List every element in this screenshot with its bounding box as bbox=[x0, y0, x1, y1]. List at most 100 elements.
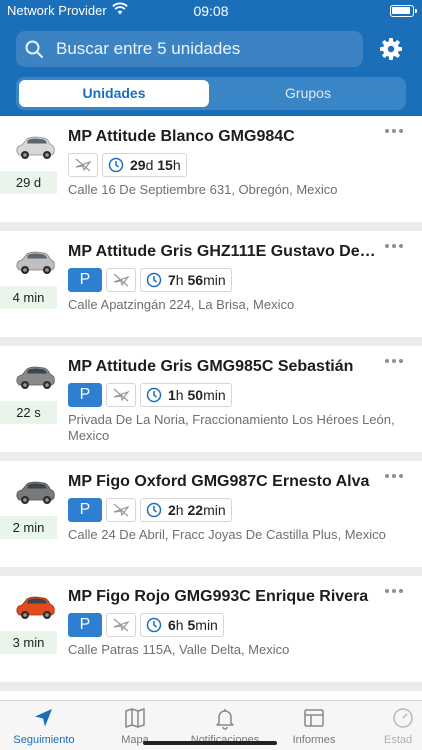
unit-card[interactable]: 22 s MP Attitude Gris GMG985C Sebastián … bbox=[0, 346, 422, 452]
more-options-icon[interactable] bbox=[384, 586, 404, 596]
last-seen-badge: 22 s bbox=[0, 401, 57, 424]
unit-thumbnail: 2 min bbox=[0, 461, 57, 567]
segmented-control: Unidades Grupos bbox=[16, 77, 406, 110]
clock-icon bbox=[146, 617, 162, 633]
tab-estadisticas[interactable]: Estad bbox=[374, 706, 422, 748]
units-list: 29 d MP Attitude Blanco GMG984C 29 d 15 h … bbox=[0, 116, 422, 700]
duration-b: 15 bbox=[157, 157, 173, 173]
tab-grupos[interactable]: Grupos bbox=[213, 80, 403, 107]
duration-a-unit: h bbox=[175, 272, 184, 288]
parking-badge: P bbox=[68, 268, 102, 292]
settings-gear-icon[interactable] bbox=[379, 37, 403, 61]
unit-name: MP Attitude Blanco GMG984C bbox=[68, 128, 295, 145]
gps-off-icon bbox=[106, 613, 136, 637]
tab-label: Informes bbox=[292, 734, 336, 746]
clock-icon bbox=[146, 387, 162, 403]
unit-thumbnail: 3 min bbox=[0, 576, 57, 682]
last-seen-badge: 3 min bbox=[0, 631, 57, 654]
parking-badge: P bbox=[68, 613, 102, 637]
more-options-icon[interactable] bbox=[384, 356, 404, 366]
duration-b-unit: min bbox=[203, 272, 226, 288]
unit-name: MP Figo Rojo GMG993C Enrique Rivera bbox=[68, 588, 369, 605]
duration-chip: 7h 56 min bbox=[140, 268, 232, 292]
unit-name: MP Attitude Gris GMG985C Sebastián bbox=[68, 358, 354, 375]
duration-a-unit: d bbox=[145, 157, 154, 173]
duration-b-unit: min bbox=[203, 387, 226, 403]
navigation-arrow-icon bbox=[35, 709, 52, 727]
car-icon bbox=[16, 251, 55, 274]
duration-a-unit: h bbox=[175, 502, 184, 518]
clock-icon bbox=[146, 502, 162, 518]
clock-icon bbox=[146, 272, 162, 288]
gps-off-icon bbox=[106, 498, 136, 522]
gps-off-icon bbox=[106, 268, 136, 292]
duration-b: 56 bbox=[187, 272, 204, 288]
duration-chip: 29 d 15 h bbox=[102, 153, 187, 177]
unit-address: Calle 24 De Abril, Fracc Joyas De Castil… bbox=[68, 527, 386, 542]
unit-thumbnail: 29 d bbox=[0, 116, 57, 222]
duration-a: 2 bbox=[168, 502, 176, 518]
unit-address: Calle 16 De Septiembre 631, Obregón, Mex… bbox=[68, 182, 338, 197]
clock-time: 09:08 bbox=[193, 3, 229, 19]
unit-address: Privada De La Noria, Fraccionamiento Los… bbox=[68, 412, 395, 443]
tab-label: Estad bbox=[384, 734, 413, 746]
last-seen-badge: 2 min bbox=[0, 516, 57, 539]
duration-a-unit: h bbox=[175, 617, 184, 633]
unit-card[interactable]: 2 min MP Figo Oxford GMG987C Ernesto Alv… bbox=[0, 461, 422, 567]
last-seen-badge: 29 d bbox=[0, 171, 57, 194]
tab-unidades[interactable]: Unidades bbox=[19, 80, 209, 107]
duration-b-unit: min bbox=[195, 617, 218, 633]
unit-card[interactable]: 3 min MP Figo Rojo GMG993C Enrique River… bbox=[0, 576, 422, 682]
duration-b-unit: h bbox=[172, 157, 181, 173]
app-header: Network Provider 09:08 Buscar entre 5 un… bbox=[0, 0, 422, 116]
unit-thumbnail: 22 s bbox=[0, 346, 57, 452]
status-chips: P 1h 50 min bbox=[68, 383, 232, 407]
duration-a: 7 bbox=[168, 272, 176, 288]
duration-a-unit: h bbox=[175, 387, 184, 403]
unit-card[interactable]: 4 min MP Attitude Gris GHZ111E Gustavo D… bbox=[0, 231, 422, 337]
map-icon bbox=[125, 708, 145, 728]
search-input[interactable]: Buscar entre 5 unidades bbox=[16, 31, 363, 67]
status-chips: P 7h 56 min bbox=[68, 268, 232, 292]
duration-a: 6 bbox=[168, 617, 176, 633]
duration-chip: 2h 22 min bbox=[140, 498, 232, 522]
more-options-icon[interactable] bbox=[384, 241, 404, 251]
unit-address: Calle Patras 115A, Valle Delta, Mexico bbox=[68, 642, 290, 657]
unit-thumbnail: 4 min bbox=[0, 231, 57, 337]
unit-card[interactable]: 29 d MP Attitude Blanco GMG984C 29 d 15 h … bbox=[0, 116, 422, 222]
tab-informes[interactable]: Informes bbox=[274, 706, 354, 748]
more-options-icon[interactable] bbox=[384, 126, 404, 136]
bell-icon bbox=[216, 709, 234, 730]
battery-icon bbox=[390, 5, 417, 17]
tab-label: Seguimiento bbox=[13, 734, 75, 746]
unit-name: MP Figo Oxford GMG987C Ernesto Alva bbox=[68, 473, 370, 490]
duration-a: 29 bbox=[130, 157, 146, 173]
duration-a: 1 bbox=[168, 387, 176, 403]
duration-chip: 6h 5 min bbox=[140, 613, 224, 637]
duration-b: 22 bbox=[187, 502, 204, 518]
tab-seguimiento[interactable]: Seguimiento bbox=[4, 706, 84, 748]
car-icon bbox=[16, 596, 55, 619]
table-icon bbox=[304, 709, 324, 727]
status-chips: P 2h 22 min bbox=[68, 498, 232, 522]
search-icon bbox=[25, 40, 43, 63]
parking-badge: P bbox=[68, 498, 102, 522]
car-icon bbox=[16, 366, 55, 389]
duration-b: 5 bbox=[187, 617, 196, 633]
status-chips: 29 d 15 h bbox=[68, 153, 187, 177]
gps-off-icon bbox=[68, 153, 98, 177]
duration-b-unit: min bbox=[203, 502, 226, 518]
status-chips: P 6h 5 min bbox=[68, 613, 224, 637]
unit-name: MP Attitude Gris GHZ111E Gustavo Delga..… bbox=[68, 243, 380, 260]
parking-badge: P bbox=[68, 383, 102, 407]
unit-address: Calle Apatzingán 224, La Brisa, Mexico bbox=[68, 297, 295, 312]
duration-b: 50 bbox=[187, 387, 204, 403]
clock-icon bbox=[108, 157, 124, 173]
partial-unit-card bbox=[0, 691, 422, 700]
gauge-icon bbox=[393, 708, 413, 728]
more-options-icon[interactable] bbox=[384, 471, 404, 481]
search-placeholder: Buscar entre 5 unidades bbox=[56, 39, 241, 58]
duration-chip: 1h 50 min bbox=[140, 383, 232, 407]
gps-off-icon bbox=[106, 383, 136, 407]
car-icon bbox=[16, 136, 55, 159]
